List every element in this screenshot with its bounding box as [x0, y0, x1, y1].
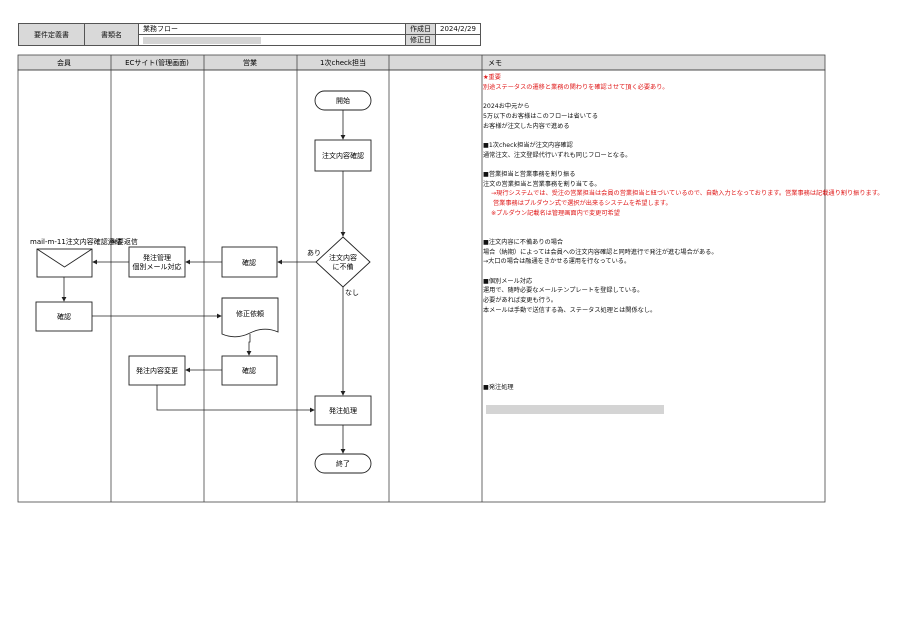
- lane-dividers: [110, 55, 483, 502]
- memo-line: [483, 354, 883, 364]
- start-label: 開始: [336, 96, 350, 105]
- memo-line: ※プルダウン記載名は管理画面内で変更可希望: [491, 209, 620, 217]
- decision-yes-label: あり: [307, 249, 321, 257]
- connectors: [61, 110, 346, 454]
- fix-request-label: 修正依頼: [236, 309, 264, 318]
- memo-line: 営業事務はプルダウン式で選択が出来るシステムを希望します。: [493, 200, 672, 208]
- memo-line: ★重要: [483, 74, 501, 81]
- memo-line: [483, 160, 883, 170]
- memo-line: 5万以下のお客様はこのフローは省いてる: [483, 112, 599, 120]
- memo-line: [483, 374, 883, 384]
- defect-decision: [315, 236, 371, 288]
- memo-line: ■個別メール対応: [483, 277, 533, 285]
- memo-line: ■注文内容に不備ありの場合: [483, 238, 564, 246]
- memo-line: →大口の場合は融通をきかせる運用を行なっている。: [483, 258, 631, 266]
- arrow-fix-to-confirm2: [246, 334, 252, 356]
- memo-line: [483, 228, 883, 238]
- lane-title-first-check: 1次check担当: [320, 58, 366, 67]
- member-confirm-label: 確認: [57, 312, 71, 321]
- memo-line: 必要があれば変更も行う。: [483, 297, 557, 305]
- decision-label-2: に不備: [333, 262, 354, 271]
- decision-no-label: なし: [345, 289, 359, 297]
- mail-envelope-icon: [36, 248, 93, 278]
- memo-line: お客様が注文した内容で進める: [483, 122, 570, 130]
- lane-title-sales: 営業: [243, 58, 257, 67]
- lane-title-member: 会員: [57, 58, 71, 67]
- order-process-label: 発注処理: [329, 406, 357, 415]
- memo-line: ■発注処理: [483, 384, 514, 392]
- memo-line: 本メールは手動で送信する為、ステータス処理とは関係なし。: [483, 306, 657, 314]
- memo-notes: ★重要別途ステータスの遷移と業務の関わりを確認させて頂く必要あり。 2024お中元…: [483, 73, 883, 393]
- end-label: 終了: [336, 459, 350, 468]
- memo-line: [483, 219, 883, 229]
- memo-line: 別途ステータスの遷移と業務の関わりを確認させて頂く必要あり。: [483, 83, 669, 91]
- memo-line: →現行システムでは、受注の営業担当は会員の営業担当と紐づいているので、自動入力と…: [491, 190, 884, 198]
- lane-title-ec-admin: ECサイト(管理画面): [125, 58, 189, 67]
- order-check-label: 注文内容確認: [322, 151, 364, 160]
- sales-confirm-label: 確認: [242, 258, 256, 267]
- mail-caption: mail-m-11注文内容確認連絡: [30, 237, 122, 246]
- memo-line: [483, 267, 883, 277]
- order-change-label: 発注内容変更: [136, 366, 178, 375]
- memo-line: [483, 364, 883, 374]
- decision-label-1: 注文内容: [329, 253, 357, 262]
- memo-line: [483, 315, 883, 325]
- order-mgmt-label-2: 個別メール対応: [133, 262, 182, 271]
- order-mgmt-label-1: 発注管理: [143, 253, 171, 262]
- memo-line: 運用で、随時必要なメールテンプレートを登録している。: [483, 287, 644, 295]
- resend-note: ※要返信: [111, 237, 138, 246]
- memo-line: [483, 92, 883, 102]
- memo-line: [483, 325, 883, 335]
- memo-line: ■1次check担当が注文内容確認: [483, 141, 573, 149]
- memo-line: [483, 345, 883, 355]
- memo-line: [483, 131, 883, 141]
- lane-title-memo: メモ: [488, 59, 502, 67]
- sales-confirm2-label: 確認: [242, 366, 256, 375]
- memo-line: 通常注文、注文登録代行いずれも同じフローとなる。: [483, 151, 632, 159]
- arrow-change-to-order: [156, 385, 315, 413]
- memo-line: ■営業担当と営業事務を割り振る: [483, 170, 576, 178]
- memo-line: [483, 335, 883, 345]
- memo-line: 場合（納期）によっては会員への注文内容確認と同時進行で発注が進む場合がある。: [483, 248, 718, 256]
- order-mgmt-process: [128, 246, 186, 278]
- memo-line: 2024お中元から: [483, 103, 530, 111]
- memo-line: 注文の営業担当と営業事務を割り当てる。: [483, 180, 601, 188]
- memo-redaction-bar: [486, 405, 664, 414]
